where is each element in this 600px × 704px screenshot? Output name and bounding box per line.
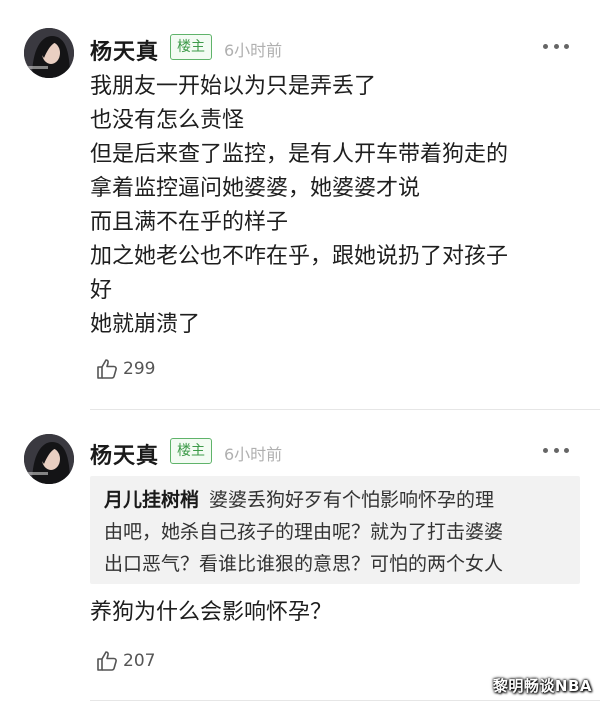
timestamp: 6小时前: [224, 41, 283, 60]
comment-line: 我朋友一开始以为只是弄丢了: [90, 74, 377, 99]
avatar[interactable]: [24, 434, 74, 484]
quoted-comment[interactable]: 月儿挂树梢 婆婆丢狗好歹有个怕影响怀孕的理 由吧，她杀自己孩子的理由呢？就为了打击…: [90, 476, 580, 584]
like-button[interactable]: 207: [95, 648, 155, 674]
comment-line: 她就崩溃了: [90, 312, 201, 337]
quoted-text: 月儿挂树梢 婆婆丢狗好歹有个怕影响怀孕的理 由吧，她杀自己孩子的理由呢？就为了打击…: [104, 484, 574, 580]
quoted-line-text: 婆婆丢狗好歹有个怕影响怀孕的理: [209, 489, 495, 511]
avatar[interactable]: [24, 28, 74, 78]
like-button[interactable]: 299: [95, 356, 155, 382]
like-count: 299: [123, 359, 156, 379]
divider: [90, 700, 600, 701]
comment-line: 加之她老公也不咋在乎，跟她说扔了对孩子: [90, 244, 509, 269]
comment-line: 拿着监控逼问她婆婆，她婆婆才说: [90, 176, 421, 201]
quoted-author[interactable]: 月儿挂树梢: [104, 489, 199, 511]
quoted-line: 月儿挂树梢 婆婆丢狗好歹有个怕影响怀孕的理: [104, 484, 574, 516]
username[interactable]: 杨天真: [90, 438, 159, 470]
comment-page: 杨天真 楼主 6小时前 我朋友一开始以为只是弄丢了 也没有怎么责怪 但是后来查了…: [0, 0, 600, 704]
reply-text: 养狗为什么会影响怀孕？: [90, 600, 333, 625]
like-count: 207: [123, 651, 156, 671]
comment-card: 杨天真 楼主 6小时前 月儿挂树梢 婆婆丢狗好歹有个怕影响怀孕的理 由吧，她杀自己…: [0, 410, 600, 704]
op-badge: 楼主: [170, 438, 212, 464]
comment-line: 而且满不在乎的样子: [90, 210, 289, 235]
thumbs-up-icon: [97, 359, 117, 379]
thumbs-up-icon: [97, 651, 117, 671]
username[interactable]: 杨天真: [90, 34, 159, 66]
more-dots-icon[interactable]: [543, 446, 569, 454]
comment-line: 但是后来查了监控，是有人开车带着狗走的: [90, 142, 509, 167]
timestamp: 6小时前: [224, 445, 283, 464]
comment-line: 也没有怎么责怪: [90, 108, 245, 133]
watermark: 黎明畅谈NBA: [492, 677, 592, 695]
op-badge: 楼主: [170, 34, 212, 60]
comment-body: 我朋友一开始以为只是弄丢了 也没有怎么责怪 但是后来查了监控，是有人开车带着狗走…: [90, 70, 570, 342]
quoted-line: 出口恶气？看谁比谁狠的意思？可怕的两个女人: [104, 553, 504, 575]
more-dots-icon[interactable]: [543, 42, 569, 50]
quoted-line: 由吧，她杀自己孩子的理由呢？就为了打击婆婆: [104, 521, 504, 543]
comment-card: 杨天真 楼主 6小时前 我朋友一开始以为只是弄丢了 也没有怎么责怪 但是后来查了…: [0, 0, 600, 410]
comment-line: 好: [90, 278, 113, 303]
